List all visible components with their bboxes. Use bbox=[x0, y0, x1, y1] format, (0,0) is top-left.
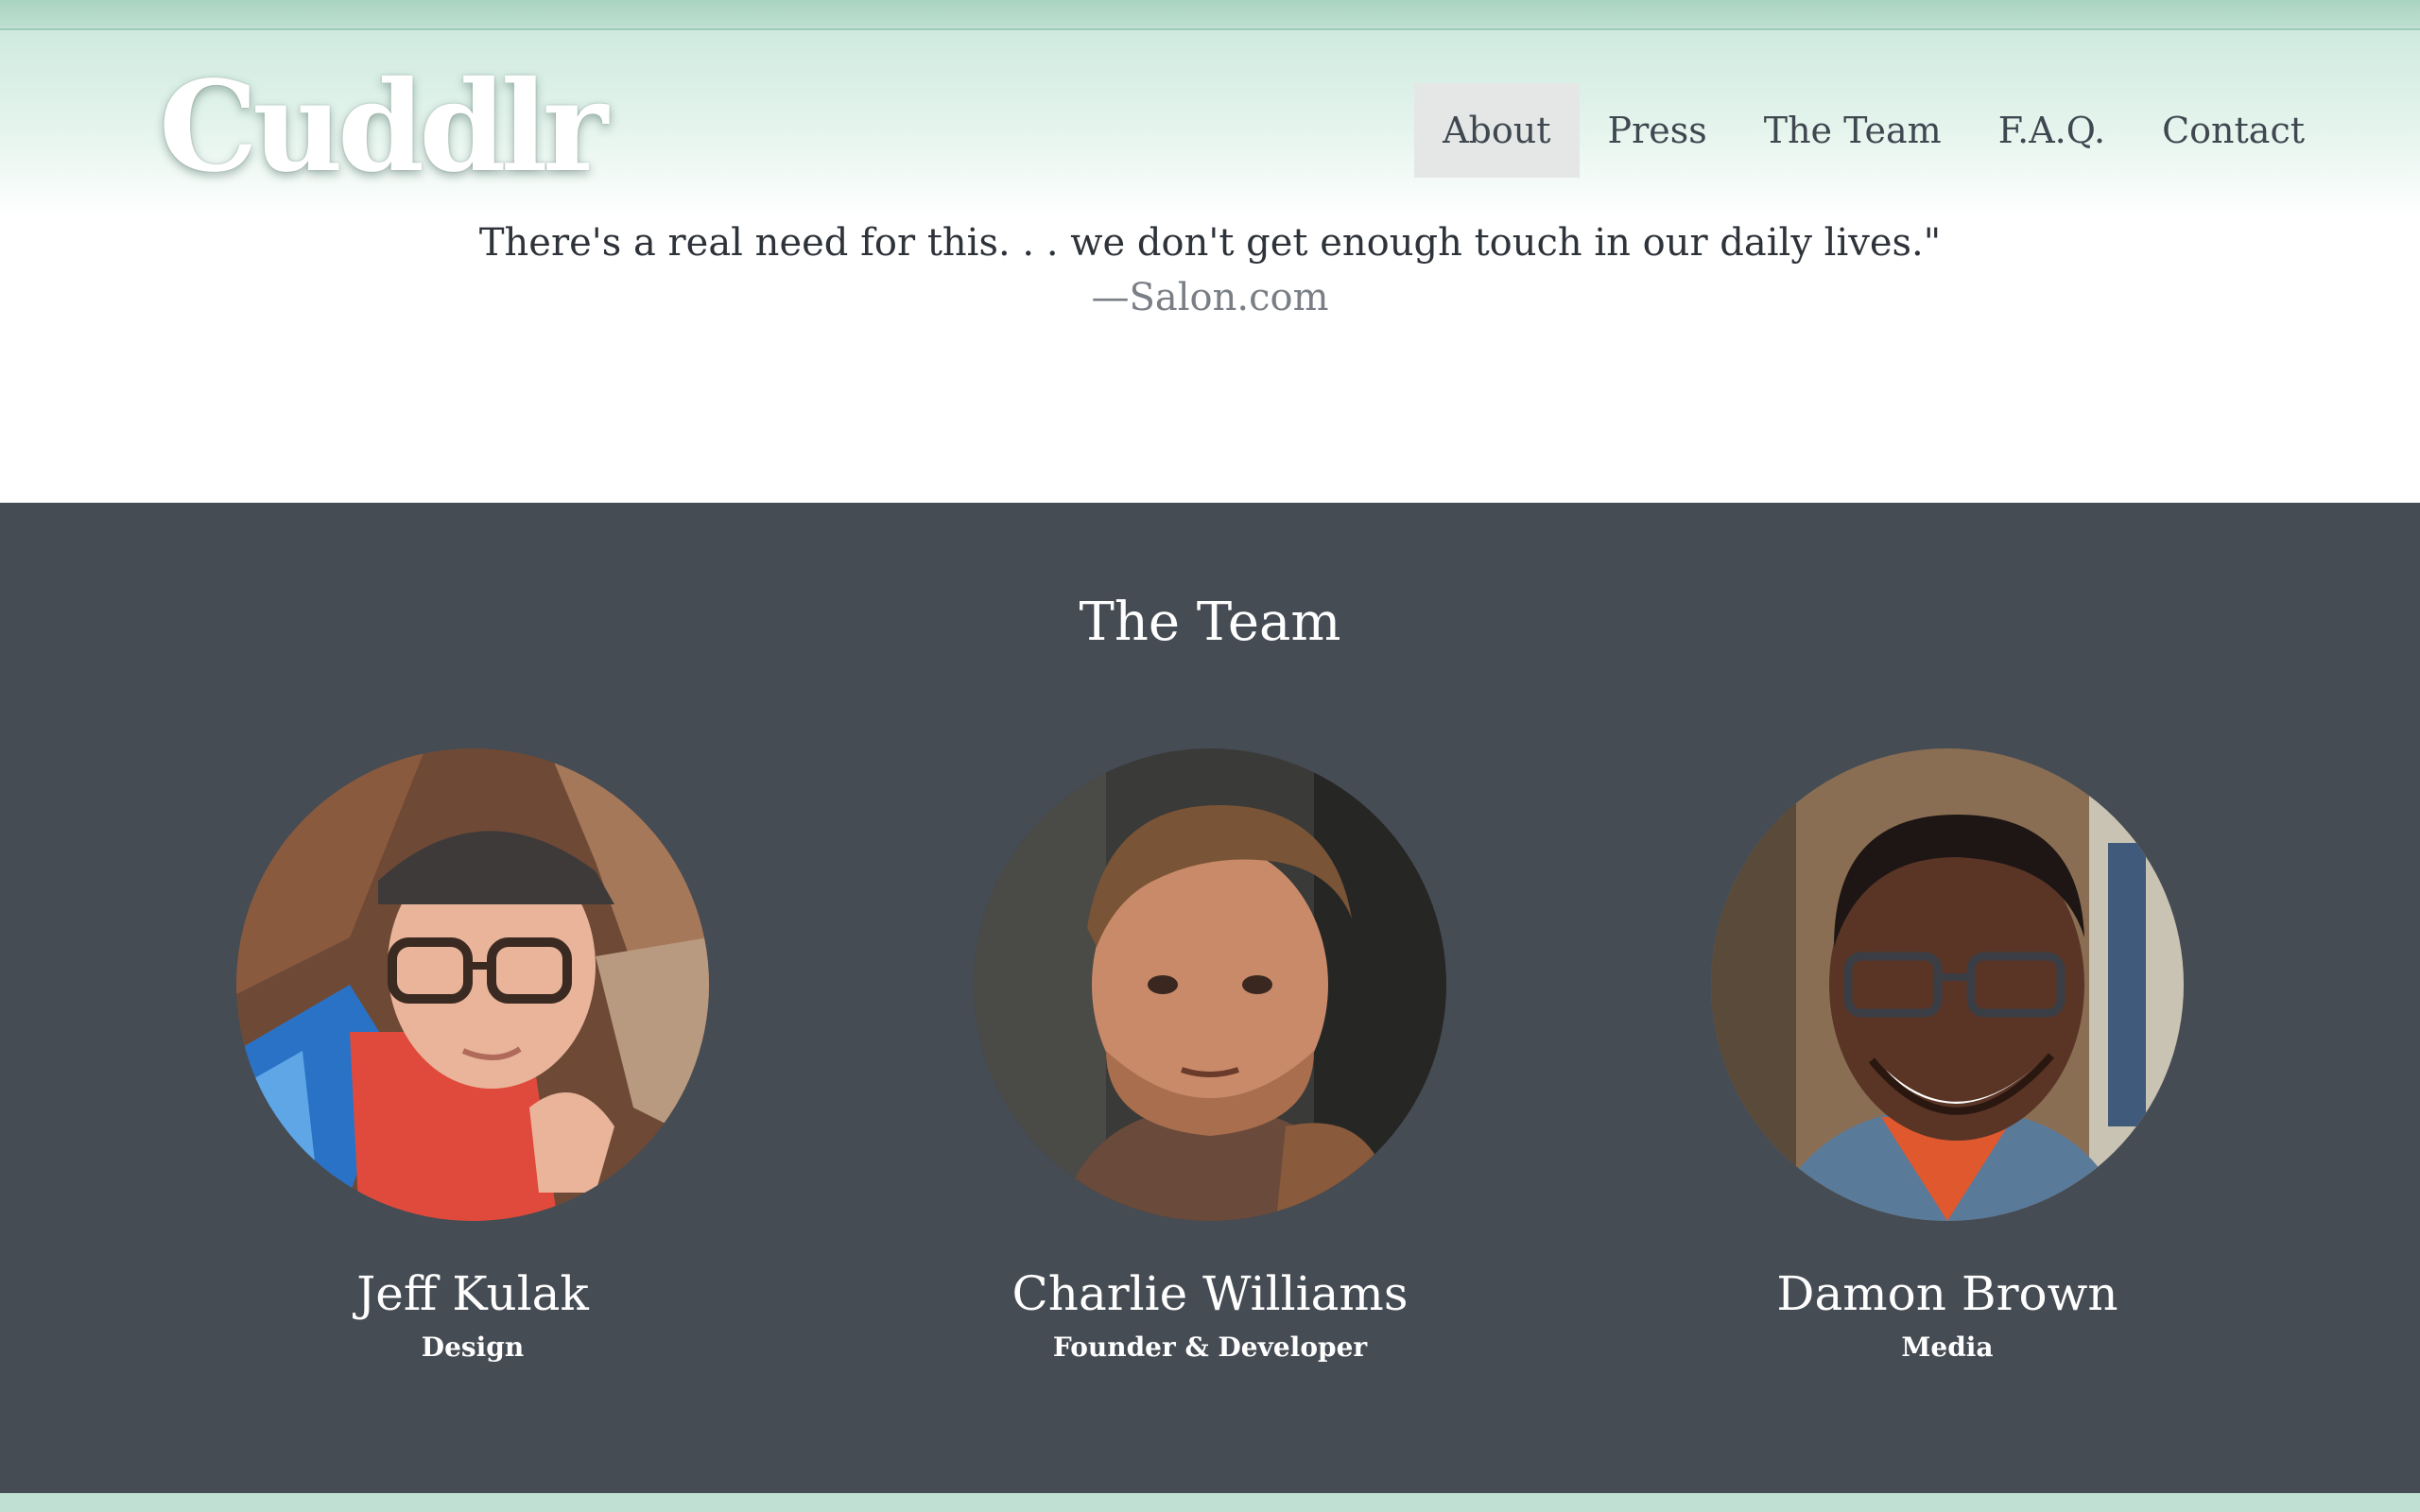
top-accent-bar bbox=[0, 0, 2420, 30]
member-name: Jeff Kulak bbox=[356, 1266, 589, 1321]
team-member-card: Jeff Kulak Design bbox=[189, 748, 756, 1366]
quote-source: —Salon.com bbox=[1091, 276, 1329, 319]
member-name: Charlie Williams bbox=[1011, 1266, 1409, 1321]
avatar bbox=[974, 748, 1446, 1221]
team-section: The Team Jeff Kulak Design Charlie Willi… bbox=[0, 503, 2420, 1493]
portrait-photo bbox=[236, 748, 709, 1221]
nav-item-the-team[interactable]: The Team bbox=[1736, 83, 1970, 178]
member-name: Damon Brown bbox=[1776, 1266, 2118, 1321]
nav-item-about[interactable]: About bbox=[1414, 83, 1580, 178]
avatar bbox=[1711, 748, 2184, 1221]
quote-text: There's a real need for this. . . we don… bbox=[478, 221, 1942, 265]
member-role: Design bbox=[421, 1332, 525, 1363]
portrait-photo bbox=[974, 748, 1446, 1221]
team-member-card: Charlie Williams Founder & Developer bbox=[926, 748, 1494, 1366]
member-role: Founder & Developer bbox=[1052, 1332, 1368, 1363]
page: Cuddlr About Press The Team F.A.Q. Conta… bbox=[0, 0, 2420, 1512]
nav-item-faq[interactable]: F.A.Q. bbox=[1970, 83, 2134, 178]
nav-item-contact[interactable]: Contact bbox=[2134, 83, 2333, 178]
team-member-card: Damon Brown Media bbox=[1664, 748, 2231, 1366]
portrait-photo bbox=[1711, 748, 2184, 1221]
main-nav: About Press The Team F.A.Q. Contact bbox=[1414, 83, 2333, 178]
site-header: Cuddlr About Press The Team F.A.Q. Conta… bbox=[0, 30, 2420, 219]
bottom-accent-bar bbox=[0, 1493, 2420, 1512]
nav-item-press[interactable]: Press bbox=[1580, 83, 1736, 178]
avatar bbox=[236, 748, 709, 1221]
team-section-title: The Team bbox=[1079, 592, 1341, 653]
press-quote: There's a real need for this. . . we don… bbox=[0, 215, 2420, 325]
member-role: Media bbox=[1901, 1332, 1994, 1363]
cuddlr-logo[interactable]: Cuddlr bbox=[159, 65, 608, 190]
